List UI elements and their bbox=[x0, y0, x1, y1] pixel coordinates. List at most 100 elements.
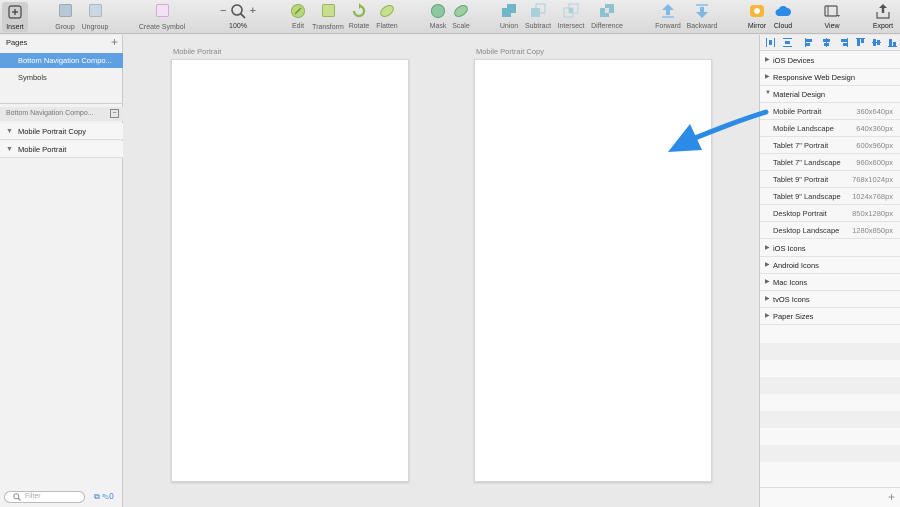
union-button[interactable]: Union bbox=[498, 3, 520, 31]
preset-size: 1024x768px bbox=[852, 192, 893, 201]
preset-item[interactable]: Desktop Landscape 1280x850px bbox=[760, 222, 900, 239]
artboard-label-mobile-portrait[interactable]: Mobile Portrait bbox=[173, 47, 221, 56]
intersect-button[interactable]: Intersect bbox=[555, 3, 587, 31]
artboard-mobile-portrait[interactable] bbox=[171, 59, 409, 482]
disclosure-collapsed-icon[interactable]: ▶ bbox=[765, 73, 770, 80]
align-left-icon[interactable] bbox=[805, 38, 814, 47]
group-label: Group bbox=[55, 24, 75, 31]
preset-group-material-design[interactable]: ▼ Material Design bbox=[760, 86, 900, 103]
preset-group-responsive-web[interactable]: ▶ Responsive Web Design bbox=[760, 69, 900, 86]
preset-group-ios-devices[interactable]: ▶ iOS Devices bbox=[760, 52, 900, 69]
mask-icon bbox=[430, 3, 446, 19]
zoom-control[interactable]: − + 100% bbox=[218, 3, 258, 31]
disclosure-collapsed-icon[interactable]: ▶ bbox=[765, 312, 770, 319]
preset-name: Tablet 9" Landscape bbox=[773, 192, 841, 201]
copy-icon[interactable]: ⧉ bbox=[94, 492, 100, 501]
layer-mobile-portrait-copy[interactable]: ▼ Mobile Portrait Copy bbox=[0, 123, 123, 140]
disclosure-collapsed-icon[interactable]: ▶ bbox=[765, 56, 770, 63]
preset-group-label: Android Icons bbox=[773, 261, 819, 270]
preset-name: Desktop Portrait bbox=[773, 209, 827, 218]
edit-label: Edit bbox=[291, 23, 305, 30]
scale-button[interactable]: Scale bbox=[450, 3, 472, 31]
disclosure-expanded-icon[interactable]: ▼ bbox=[765, 90, 771, 96]
preset-item[interactable]: Tablet 9" Portrait 768x1024px bbox=[760, 171, 900, 188]
preset-name: Tablet 9" Portrait bbox=[773, 175, 829, 184]
preset-size: 640x360px bbox=[856, 124, 893, 133]
distribute-vertical-icon[interactable] bbox=[783, 38, 792, 47]
preset-group-tvos-icons[interactable]: ▶ tvOS Icons bbox=[760, 291, 900, 308]
view-button[interactable]: View bbox=[821, 3, 843, 31]
create-symbol-button[interactable]: Create Symbol bbox=[138, 3, 186, 31]
align-top-icon[interactable] bbox=[856, 38, 865, 47]
collapse-layers-icon[interactable]: − bbox=[110, 109, 119, 118]
preset-name: Desktop Landscape bbox=[773, 226, 840, 235]
transform-button[interactable]: Transform bbox=[311, 3, 345, 31]
artboard-label-mobile-portrait-copy[interactable]: Mobile Portrait Copy bbox=[476, 47, 544, 56]
preset-group-ios-icons[interactable]: ▶ iOS Icons bbox=[760, 240, 900, 257]
preset-size: 768x1024px bbox=[852, 175, 893, 184]
zoom-out-button[interactable]: − bbox=[220, 5, 226, 17]
alignment-toolbar bbox=[760, 35, 900, 51]
artboard-mobile-portrait-copy[interactable] bbox=[474, 59, 712, 482]
group-button[interactable]: Group bbox=[52, 3, 78, 31]
create-symbol-label: Create Symbol bbox=[138, 24, 186, 31]
add-preset-button[interactable]: + bbox=[888, 490, 895, 504]
preset-group-android-icons[interactable]: ▶ Android Icons bbox=[760, 257, 900, 274]
zoom-in-button[interactable]: + bbox=[250, 5, 256, 17]
cloud-label: Cloud bbox=[773, 23, 793, 30]
preset-group-mac-icons[interactable]: ▶ Mac Icons bbox=[760, 274, 900, 291]
preset-item[interactable]: Desktop Portrait 850x1280px bbox=[760, 205, 900, 222]
page-item-symbols[interactable]: Symbols bbox=[0, 70, 123, 85]
preset-group-label: Mac Icons bbox=[773, 278, 808, 287]
flatten-icon bbox=[379, 3, 395, 19]
add-page-button[interactable]: + bbox=[111, 35, 118, 49]
insert-button[interactable]: Insert bbox=[2, 2, 28, 32]
align-middle-icon[interactable] bbox=[872, 38, 881, 47]
union-icon bbox=[501, 3, 517, 19]
preset-group-label: iOS Icons bbox=[773, 244, 806, 253]
preset-group-paper-sizes[interactable]: ▶ Paper Sizes bbox=[760, 308, 900, 325]
preset-item[interactable]: Tablet 9" Landscape 1024x768px bbox=[760, 188, 900, 205]
distribute-horizontal-icon[interactable] bbox=[766, 38, 775, 47]
disclosure-triangle-icon[interactable]: ▼ bbox=[6, 128, 13, 135]
transform-label: Transform bbox=[312, 24, 344, 31]
preset-item[interactable]: Mobile Landscape 640x360px bbox=[760, 120, 900, 137]
edit-button[interactable]: Edit bbox=[287, 3, 309, 31]
preset-item[interactable]: Tablet 7" Landscape 960x600px bbox=[760, 154, 900, 171]
canvas[interactable]: Mobile Portrait Mobile Portrait Copy bbox=[124, 35, 759, 507]
align-right-icon[interactable] bbox=[839, 38, 848, 47]
subtract-button[interactable]: Subtract bbox=[523, 3, 553, 31]
disclosure-triangle-icon[interactable]: ▼ bbox=[6, 146, 13, 153]
filter-input[interactable]: Filter bbox=[4, 491, 85, 503]
disclosure-collapsed-icon[interactable]: ▶ bbox=[765, 278, 770, 285]
intersect-label: Intersect bbox=[557, 23, 585, 30]
preset-item[interactable]: Tablet 7" Portrait 600x960px bbox=[760, 137, 900, 154]
empty-row-stripe bbox=[760, 445, 900, 462]
mask-label: Mask bbox=[429, 23, 447, 30]
cloud-icon bbox=[775, 3, 791, 19]
page-item-bottom-navigation[interactable]: Bottom Navigation Compo... bbox=[0, 53, 123, 68]
disclosure-collapsed-icon[interactable]: ▶ bbox=[765, 295, 770, 302]
cloud-button[interactable]: Cloud bbox=[771, 3, 795, 31]
align-bottom-icon[interactable] bbox=[888, 38, 897, 47]
mirror-button[interactable]: Mirror bbox=[746, 3, 768, 31]
preset-item[interactable]: Mobile Portrait 360x640px bbox=[760, 103, 900, 120]
mirror-label: Mirror bbox=[747, 23, 767, 30]
plus-icon bbox=[7, 4, 23, 20]
flatten-button[interactable]: Flatten bbox=[373, 3, 401, 31]
export-button[interactable]: Export bbox=[871, 3, 895, 31]
disclosure-collapsed-icon[interactable]: ▶ bbox=[765, 261, 770, 268]
difference-label: Difference bbox=[591, 23, 623, 30]
backward-button[interactable]: Backward bbox=[686, 3, 718, 31]
forward-button[interactable]: Forward bbox=[652, 3, 684, 31]
align-center-icon[interactable] bbox=[822, 38, 831, 47]
mask-button[interactable]: Mask bbox=[427, 3, 449, 31]
layers-page-name: Bottom Navigation Compo... bbox=[6, 110, 94, 117]
disclosure-collapsed-icon[interactable]: ▶ bbox=[765, 244, 770, 251]
ungroup-button[interactable]: Ungroup bbox=[80, 3, 110, 31]
rotate-button[interactable]: Rotate bbox=[347, 3, 371, 31]
pages-divider[interactable] bbox=[0, 103, 123, 104]
layer-mobile-portrait[interactable]: ▼ Mobile Portrait bbox=[0, 141, 123, 158]
preset-group-label: Responsive Web Design bbox=[773, 73, 855, 82]
difference-button[interactable]: Difference bbox=[589, 3, 625, 31]
